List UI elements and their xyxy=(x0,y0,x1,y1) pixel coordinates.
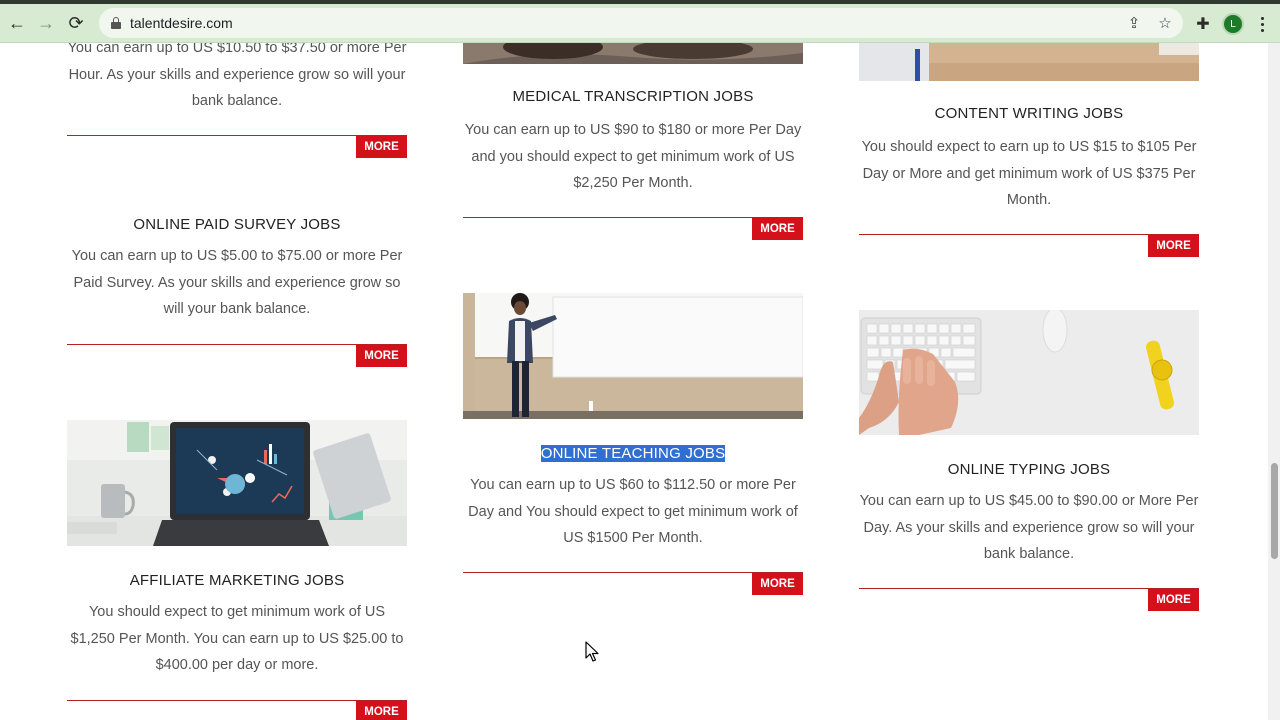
reload-button[interactable]: ⟳ xyxy=(63,10,89,36)
online-teaching-image[interactable] xyxy=(463,293,803,419)
web-page: You can earn up to US $10.50 to $37.50 o… xyxy=(0,43,1268,720)
extensions-puzzle-icon[interactable]: ✚ xyxy=(1192,13,1214,35)
more-button[interactable]: MORE xyxy=(1148,235,1199,257)
card-title[interactable]: CONTENT WRITING JOBS xyxy=(859,105,1199,122)
card-description: You can earn up to US $90 to $180 or mor… xyxy=(464,122,802,191)
mouse-cursor-icon xyxy=(585,641,599,662)
profile-avatar[interactable]: L xyxy=(1222,13,1244,35)
more-button[interactable]: MORE xyxy=(356,345,407,367)
address-bar[interactable]: talentdesire.com ⇪ ☆ xyxy=(99,8,1183,38)
card-description: You can earn up to US $5.00 to $75.00 or… xyxy=(71,248,403,317)
card-title[interactable]: ONLINE PAID SURVEY JOBS xyxy=(67,216,407,233)
online-typing-image[interactable] xyxy=(859,310,1199,435)
card-title[interactable]: ONLINE TEACHING JOBS xyxy=(463,445,803,462)
card-description: You should expect to get minimum work of… xyxy=(70,604,404,673)
page-scrollbar[interactable] xyxy=(1268,43,1280,720)
forward-button[interactable]: → xyxy=(33,10,59,36)
bookmark-star-icon[interactable]: ☆ xyxy=(1154,12,1176,34)
affiliate-marketing-image[interactable] xyxy=(67,420,407,546)
more-button[interactable]: MORE xyxy=(752,218,803,240)
forward-arrow-icon: → xyxy=(37,12,55,33)
medical-transcription-image[interactable] xyxy=(463,43,803,64)
more-button[interactable]: MORE xyxy=(1148,589,1199,611)
card-title[interactable]: AFFILIATE MARKETING JOBS xyxy=(67,572,407,589)
back-arrow-icon: ← xyxy=(8,12,26,33)
lock-icon[interactable] xyxy=(111,17,121,29)
content-writing-image[interactable] xyxy=(859,43,1199,81)
more-button[interactable]: MORE xyxy=(356,136,407,158)
browser-toolbar: ← → ⟳ talentdesire.com ⇪ ☆ ✚ L xyxy=(0,4,1280,43)
card-description: You can earn up to US $45.00 to $90.00 o… xyxy=(859,493,1199,562)
more-button[interactable]: MORE xyxy=(356,701,407,720)
reload-icon: ⟳ xyxy=(68,12,84,33)
url-text[interactable]: talentdesire.com xyxy=(130,15,233,31)
share-icon[interactable]: ⇪ xyxy=(1123,12,1145,34)
card-description: You can earn up to US $10.50 to $37.50 o… xyxy=(67,43,407,109)
browser-menu-icon[interactable] xyxy=(1255,13,1269,35)
card-title[interactable]: ONLINE TYPING JOBS xyxy=(859,461,1199,478)
card-title[interactable]: MEDICAL TRANSCRIPTION JOBS xyxy=(463,88,803,105)
back-button[interactable]: ← xyxy=(4,10,30,36)
card-description: You should expect to earn up to US $15 t… xyxy=(861,139,1197,208)
card-description: You can earn up to US $60 to $112.50 or … xyxy=(468,477,798,546)
scrollbar-thumb[interactable] xyxy=(1271,463,1278,559)
more-button[interactable]: MORE xyxy=(752,573,803,595)
